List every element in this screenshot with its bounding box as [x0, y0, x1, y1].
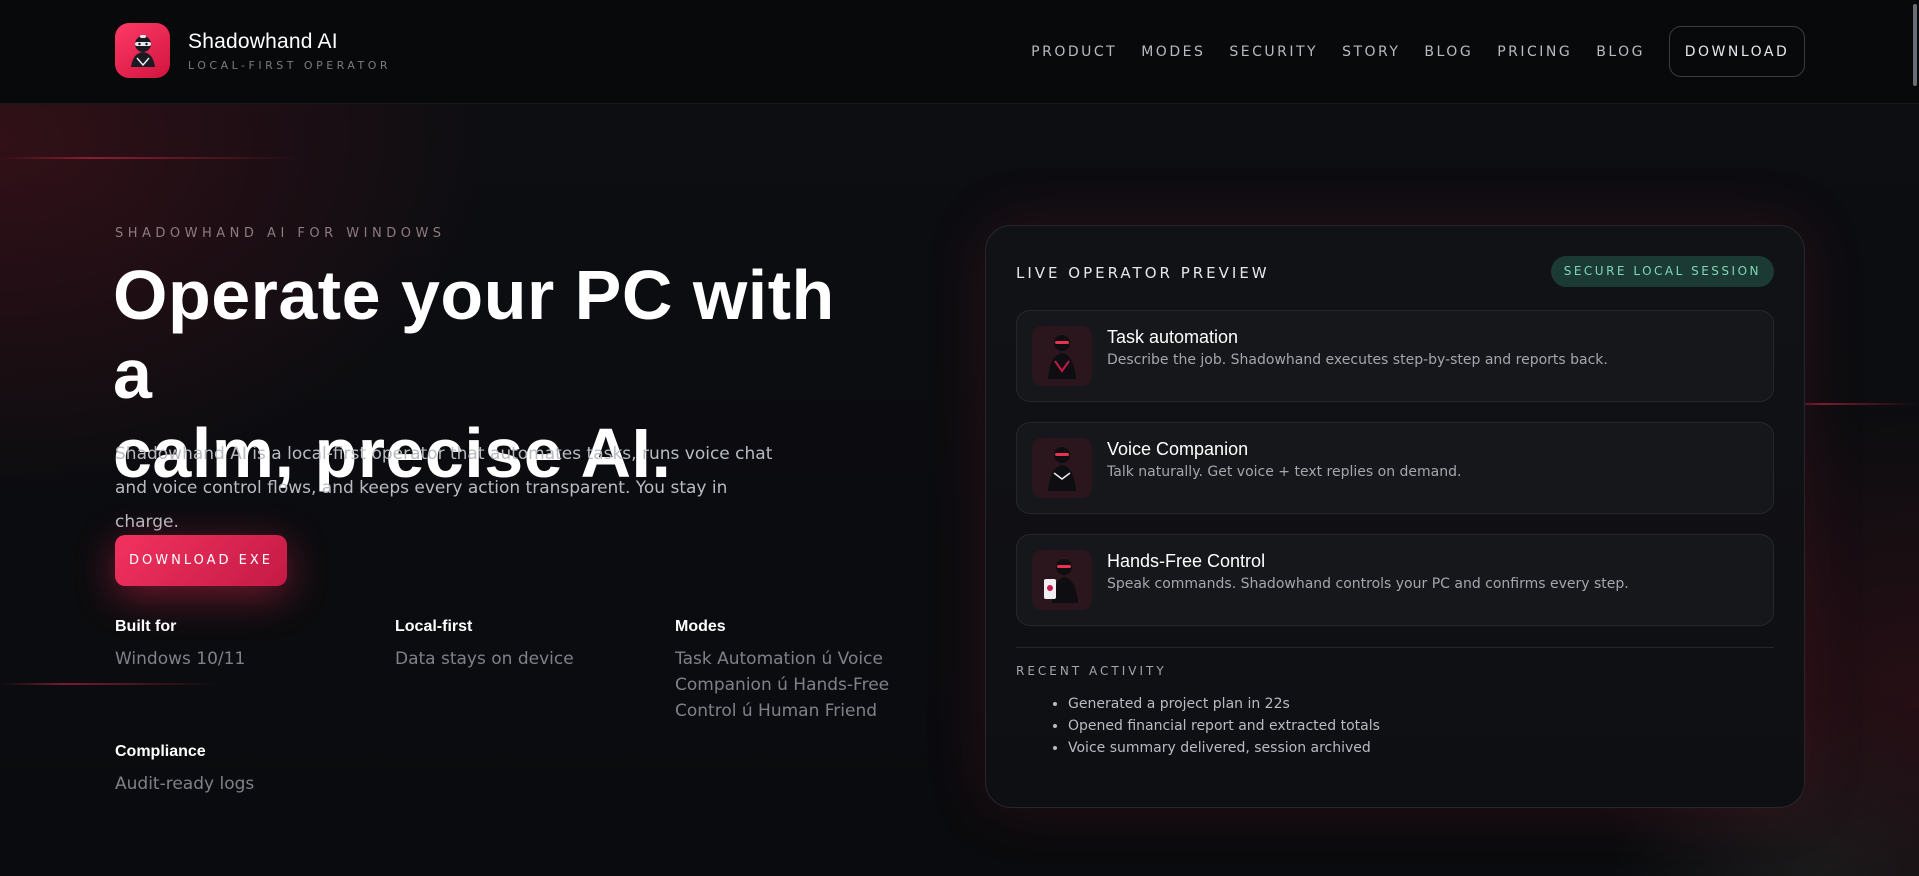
- mode-card-task-automation[interactable]: Task automation Describe the job. Shadow…: [1016, 310, 1774, 402]
- main-nav: PRODUCT MODES SECURITY STORY BLOG PRICIN…: [1007, 26, 1805, 77]
- hero-description-line: Shadowhand AI is a local-first operator …: [115, 444, 773, 464]
- accent-streak: [0, 157, 300, 159]
- nav-link-product[interactable]: PRODUCT: [1031, 44, 1117, 60]
- activity-item: Voice summary delivered, session archive…: [1068, 737, 1380, 759]
- fact-modes: Modes Task Automation ú Voice Companion …: [675, 618, 889, 724]
- accent-streak: [0, 683, 220, 685]
- brand-tagline: LOCAL-FIRST OPERATOR: [188, 58, 392, 72]
- fact-label: Compliance: [115, 743, 206, 760]
- fact-value-line: Control ú Human Friend: [675, 701, 878, 721]
- mode-card-voice-companion[interactable]: Voice Companion Talk naturally. Get voic…: [1016, 422, 1774, 514]
- mode-title: Voice Companion: [1107, 439, 1249, 459]
- ninja-avatar-icon: [1032, 326, 1092, 386]
- fact-built-for: Built for Windows 10/11: [115, 618, 245, 672]
- fact-label: Built for: [115, 618, 177, 635]
- nav-link-blog[interactable]: BLOG: [1424, 44, 1473, 60]
- fact-compliance: Compliance Audit-ready logs: [115, 743, 254, 797]
- secure-session-badge: SECURE LOCAL SESSION: [1550, 256, 1774, 287]
- hero-title-line: Operate your PC with a: [113, 256, 835, 413]
- nav-link-modes[interactable]: MODES: [1141, 44, 1205, 60]
- fact-value-line: Task Automation ú Voice: [675, 649, 883, 669]
- fact-value: Task Automation ú Voice Companion ú Hand…: [675, 646, 889, 724]
- ninja-logo-icon: [115, 23, 170, 78]
- page-scrollbar[interactable]: [1913, 4, 1917, 86]
- mode-title: Hands-Free Control: [1107, 551, 1266, 571]
- fact-label: Modes: [675, 618, 726, 635]
- nav-link-story[interactable]: STORY: [1342, 44, 1400, 60]
- ninja-avatar-icon: [1032, 550, 1092, 610]
- brand[interactable]: Shadowhand AI LOCAL-FIRST OPERATOR: [115, 23, 391, 78]
- fact-label: Local-first: [395, 618, 473, 635]
- ninja-avatar-icon: [1032, 438, 1092, 498]
- mode-description: Talk naturally. Get voice + text replies…: [1107, 464, 1462, 480]
- live-operator-preview-panel: LIVE OPERATOR PREVIEW SECURE LOCAL SESSI…: [985, 225, 1805, 808]
- fact-value: Audit-ready logs: [115, 774, 255, 794]
- fact-local-first: Local-first Data stays on device: [395, 618, 574, 672]
- nav-link-pricing[interactable]: PRICING: [1497, 44, 1572, 60]
- panel-title: LIVE OPERATOR PREVIEW: [1016, 264, 1270, 282]
- recent-activity-list: Generated a project plan in 22s Opened f…: [1068, 693, 1380, 759]
- hero-description-line: and voice control flows, and keeps every…: [115, 478, 728, 532]
- mode-description: Speak commands. Shadowhand controls your…: [1107, 576, 1629, 592]
- nav-download-button[interactable]: DOWNLOAD: [1669, 26, 1805, 77]
- activity-item: Generated a project plan in 22s: [1068, 693, 1380, 715]
- nav-link-security[interactable]: SECURITY: [1229, 44, 1318, 60]
- download-exe-button[interactable]: DOWNLOAD EXE: [115, 535, 287, 586]
- panel-divider: [1016, 647, 1774, 648]
- fact-value-line: Companion ú Hands-Free: [675, 675, 890, 695]
- fact-value: Data stays on device: [395, 649, 574, 669]
- nav-link-blog-2[interactable]: BLOG: [1596, 44, 1645, 60]
- mode-description: Describe the job. Shadowhand executes st…: [1107, 352, 1608, 368]
- recent-activity-title: RECENT ACTIVITY: [1016, 664, 1167, 678]
- mode-title: Task automation: [1107, 327, 1239, 347]
- fact-value: Windows 10/11: [115, 649, 246, 669]
- site-header: Shadowhand AI LOCAL-FIRST OPERATOR PRODU…: [0, 0, 1919, 104]
- hero-description: Shadowhand AI is a local-first operator …: [115, 437, 795, 539]
- activity-item: Opened financial report and extracted to…: [1068, 715, 1380, 737]
- brand-name: Shadowhand AI: [188, 29, 338, 53]
- mode-card-hands-free-control[interactable]: Hands-Free Control Speak commands. Shado…: [1016, 534, 1774, 626]
- hero-eyebrow: SHADOWHAND AI FOR WINDOWS: [115, 226, 446, 241]
